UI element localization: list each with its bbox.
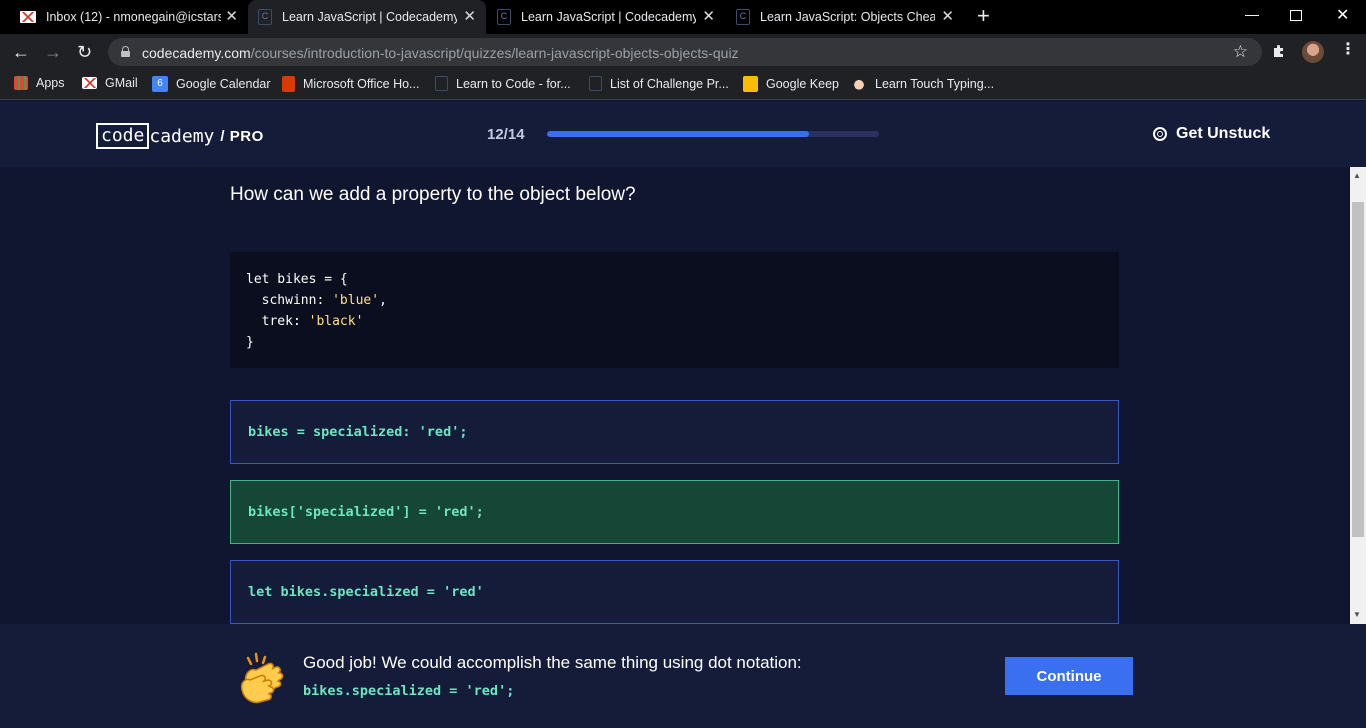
url-text: codecademy.com/courses/introduction-to-j…	[142, 45, 739, 61]
menu-kebab-icon[interactable]: ⋮	[1340, 41, 1356, 59]
bookmark-apps[interactable]: Apps	[14, 76, 65, 90]
bookmark-label: Learn Touch Typing...	[875, 77, 995, 91]
bookmark-challenge-problems[interactable]: List of Challenge Pr...	[589, 76, 729, 91]
get-unstuck-label: Get Unstuck	[1176, 125, 1271, 142]
answer-option-correct[interactable]: bikes['specialized'] = 'red';	[230, 480, 1119, 544]
codecademy-pro-logo[interactable]: code cademy / PRO	[96, 123, 264, 149]
browser-toolbar: ← → ↻ codecademy.com/courses/introductio…	[0, 34, 1366, 70]
bookmarks-bar: Apps GMail 6 Google Calendar Microsoft O…	[0, 70, 1366, 100]
tab-title: Learn JavaScript | Codecademy	[282, 10, 457, 24]
answer-option[interactable]: bikes = specialized: 'red';	[230, 400, 1119, 464]
gmail-icon	[82, 77, 97, 89]
bookmark-touch-typing[interactable]: Learn Touch Typing...	[851, 76, 994, 92]
gmail-icon	[20, 11, 36, 23]
codecademy-header: code cademy / PRO 12/14 Get Unstuck	[0, 101, 1366, 167]
codecademy-icon: C	[497, 9, 511, 25]
office-icon	[282, 76, 295, 92]
code-snippet: let bikes = { schwinn: 'blue', trek: 'bl…	[230, 252, 1119, 368]
feedback-message: Good job! We could accomplish the same t…	[303, 653, 802, 672]
close-tab-icon[interactable]: ✕	[225, 9, 238, 24]
code-line: schwinn: 'blue',	[246, 293, 387, 308]
tab-title: Learn JavaScript: Objects Cheatsheet	[760, 10, 935, 24]
typing-icon	[851, 76, 867, 92]
bookmark-google-keep[interactable]: Google Keep	[743, 76, 839, 92]
continue-button[interactable]: Continue	[1005, 657, 1133, 695]
keep-icon	[743, 76, 758, 92]
bookmark-gmail[interactable]: GMail	[82, 76, 138, 90]
codecademy-icon: C	[258, 9, 272, 25]
bookmark-label: List of Challenge Pr...	[610, 76, 729, 91]
tab-codecademy[interactable]: C Learn JavaScript | Codecademy ✕	[487, 0, 725, 34]
address-bar[interactable]: codecademy.com/courses/introduction-to-j…	[108, 38, 1262, 66]
logo-pro: / PRO	[220, 127, 264, 145]
browser-tab-bar: Inbox (12) - nmonegain@icstars.org ✕ C L…	[0, 0, 1366, 34]
clapping-hands-icon	[240, 652, 284, 704]
progress-counter: 12/14	[487, 126, 525, 143]
feedback-code: bikes.specialized = 'red';	[303, 683, 515, 699]
close-tab-icon[interactable]: ✕	[941, 9, 954, 24]
answer-option[interactable]: let bikes.specialized = 'red'	[230, 560, 1119, 624]
close-tab-icon[interactable]: ✕	[702, 9, 715, 24]
profile-avatar[interactable]	[1302, 41, 1324, 63]
scroll-down-arrow-icon[interactable]: ▼	[1353, 611, 1361, 619]
tab-title: Learn JavaScript | Codecademy	[521, 10, 696, 24]
bookmark-label: Learn to Code - for...	[456, 76, 571, 91]
close-tab-icon[interactable]: ✕	[463, 9, 476, 24]
bookmark-google-calendar[interactable]: 6 Google Calendar	[152, 76, 271, 92]
code-line: let bikes = {	[246, 272, 348, 287]
bookmark-star-icon[interactable]: ☆	[1233, 42, 1248, 62]
progress-bar	[547, 131, 879, 137]
scrollbar-thumb[interactable]	[1352, 202, 1364, 537]
quiz-question: How can we add a property to the object …	[230, 184, 636, 205]
close-window-icon[interactable]: ✕	[1336, 5, 1349, 25]
code-line: }	[246, 335, 254, 350]
tab-codecademy-active[interactable]: C Learn JavaScript | Codecademy ✕	[248, 0, 486, 34]
bookmark-label: Google Keep	[766, 77, 839, 91]
get-unstuck-button[interactable]: Get Unstuck	[1153, 125, 1270, 143]
lock-icon	[121, 46, 130, 57]
codecademy-icon: C	[736, 9, 750, 25]
forward-arrow-icon[interactable]: →	[44, 42, 62, 62]
bookmark-label: Google Calendar	[176, 77, 271, 91]
bookmark-microsoft-office[interactable]: Microsoft Office Ho...	[282, 76, 419, 92]
code-line: trek: 'black'	[246, 314, 364, 329]
quiz-content: How can we add a property to the object …	[0, 167, 1350, 624]
feedback-footer: Good job! We could accomplish the same t…	[0, 624, 1366, 728]
lifebuoy-icon	[1153, 127, 1167, 141]
tab-title: Inbox (12) - nmonegain@icstars.org	[46, 10, 221, 24]
scroll-up-arrow-icon[interactable]: ▲	[1353, 172, 1361, 180]
codecademy-icon	[435, 76, 448, 91]
back-arrow-icon[interactable]: ←	[12, 42, 30, 62]
bookmark-learn-to-code[interactable]: Learn to Code - for...	[435, 76, 571, 91]
tab-gmail[interactable]: Inbox (12) - nmonegain@icstars.org ✕	[10, 0, 248, 34]
calendar-icon: 6	[152, 76, 168, 92]
new-tab-button[interactable]: +	[977, 4, 990, 28]
restore-icon[interactable]	[1290, 10, 1302, 21]
codecademy-icon	[589, 76, 602, 91]
minimize-icon[interactable]: —	[1245, 6, 1259, 22]
extensions-puzzle-icon[interactable]	[1271, 43, 1285, 57]
bookmark-label: Apps	[36, 76, 65, 90]
apps-grid-icon	[14, 76, 28, 90]
bookmark-label: GMail	[105, 76, 138, 90]
logo-code-box: code	[96, 123, 150, 149]
tab-objects-cheatsheet[interactable]: C Learn JavaScript: Objects Cheatsheet ✕	[726, 0, 964, 34]
reload-icon[interactable]: ↻	[77, 42, 92, 62]
logo-cademy: cademy	[149, 125, 215, 147]
bookmark-label: Microsoft Office Ho...	[303, 77, 420, 91]
progress-bar-fill	[547, 131, 809, 137]
